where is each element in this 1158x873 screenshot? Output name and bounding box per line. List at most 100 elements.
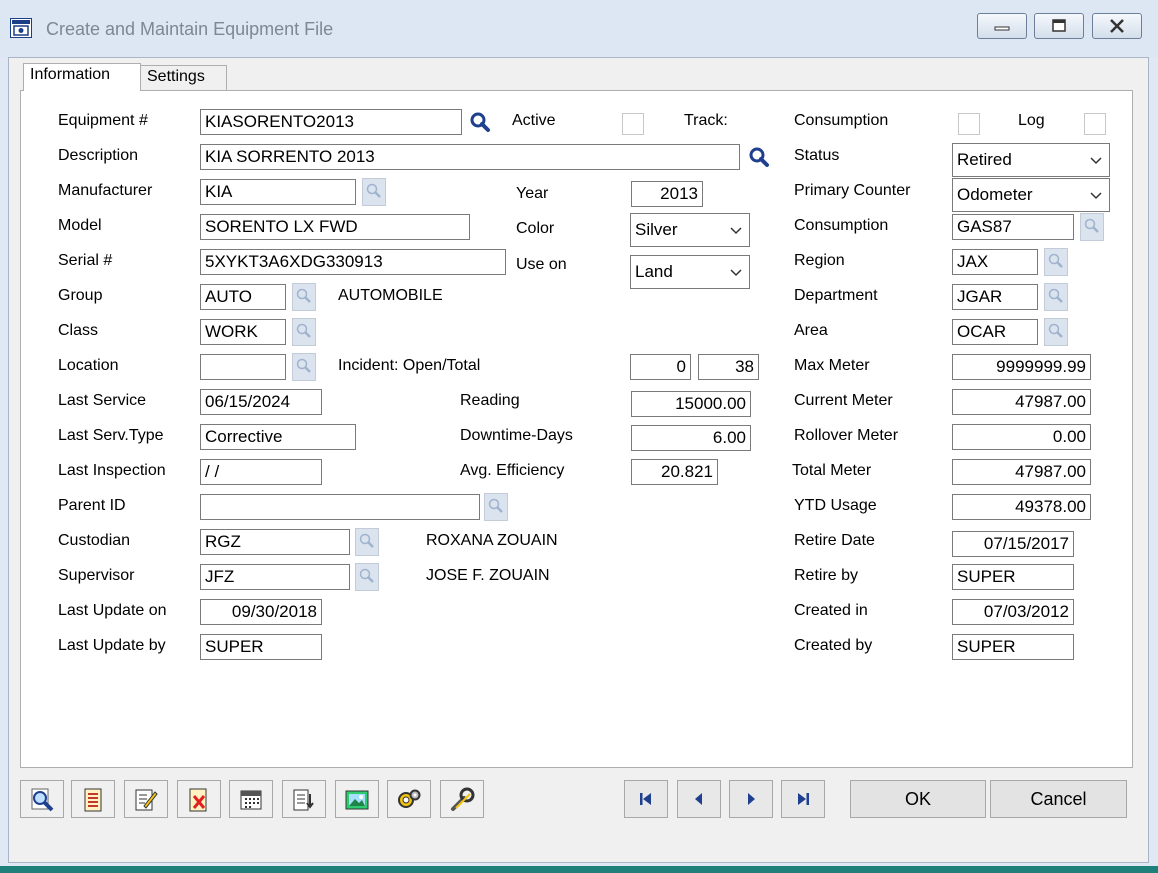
search-button[interactable] [20, 780, 64, 818]
primary-counter-select[interactable]: Odometer [952, 178, 1110, 212]
last-inspection-field[interactable]: / / [200, 459, 322, 485]
primary-counter-label: Primary Counter [794, 182, 911, 199]
last-service-field[interactable]: 06/15/2024 [200, 389, 322, 415]
location-field[interactable] [200, 354, 286, 380]
use-on-label: Use on [516, 256, 567, 273]
custodian-field[interactable]: RGZ [200, 529, 350, 555]
previous-record-button[interactable] [677, 780, 721, 818]
area-lookup-icon[interactable] [1044, 318, 1068, 346]
color-select[interactable]: Silver [630, 213, 750, 247]
incident-open-field[interactable]: 0 [630, 354, 691, 380]
manufacturer-field[interactable]: KIA [200, 179, 356, 205]
department-lookup-icon[interactable] [1044, 283, 1068, 311]
location-lookup-icon[interactable] [292, 353, 316, 381]
supervisor-name: JOSE F. ZOUAIN [426, 567, 550, 584]
created-by-label: Created by [794, 637, 873, 654]
description-lookup-icon[interactable] [745, 143, 773, 171]
supervisor-lookup-icon[interactable] [355, 563, 379, 591]
year-field[interactable]: 2013 [631, 181, 703, 207]
class-lookup-icon[interactable] [292, 318, 316, 346]
consumption-checkbox[interactable] [958, 113, 980, 135]
status-select-value: Retired [957, 150, 1012, 169]
created-in-field[interactable]: 07/03/2012 [952, 599, 1074, 625]
previous-record-icon [695, 793, 702, 805]
parent-id-lookup-icon[interactable] [484, 493, 508, 521]
close-button[interactable] [1092, 13, 1142, 39]
manufacturer-lookup-icon[interactable] [362, 178, 386, 206]
picture-button[interactable] [335, 780, 379, 818]
minimize-button[interactable] [977, 13, 1027, 39]
list-button[interactable] [71, 780, 115, 818]
serial-label: Serial # [58, 252, 113, 269]
calendar-button[interactable] [229, 780, 273, 818]
current-meter-label: Current Meter [794, 392, 893, 409]
model-label: Model [58, 217, 102, 234]
region-field[interactable]: JAX [952, 249, 1038, 275]
class-field[interactable]: WORK [200, 319, 286, 345]
cancel-button[interactable]: Cancel [990, 780, 1127, 818]
tools-button[interactable] [440, 780, 484, 818]
reading-field[interactable]: 15000.00 [631, 391, 751, 417]
supervisor-label: Supervisor [58, 567, 135, 584]
custodian-name: ROXANA ZOUAIN [426, 532, 558, 549]
rollover-meter-field[interactable]: 0.00 [952, 424, 1091, 450]
transfer-document-icon [293, 789, 314, 811]
ok-button[interactable]: OK [850, 780, 986, 818]
calendar-icon [240, 790, 262, 810]
edit-document-icon [135, 789, 158, 811]
track-label: Track: [684, 112, 728, 129]
tab-settings[interactable]: Settings [141, 65, 227, 91]
retire-date-field[interactable]: 07/15/2017 [952, 531, 1074, 557]
model-field[interactable]: SORENTO LX FWD [200, 214, 470, 240]
custodian-label: Custodian [58, 532, 131, 549]
color-select-value: Silver [635, 220, 678, 239]
consumption-checkbox-label: Consumption [794, 112, 889, 129]
maximize-button[interactable] [1034, 13, 1084, 39]
tab-information[interactable]: Information [23, 63, 141, 91]
first-record-button[interactable] [624, 780, 668, 818]
settings-gears-button[interactable] [387, 780, 431, 818]
supervisor-field[interactable]: JFZ [200, 564, 350, 590]
department-field[interactable]: JGAR [952, 284, 1038, 310]
consumption-label: Consumption [794, 217, 889, 234]
equipment-lookup-icon[interactable] [466, 108, 494, 136]
parent-id-field[interactable] [200, 494, 480, 520]
incident-label: Incident: Open/Total [338, 357, 481, 374]
region-lookup-icon[interactable] [1044, 248, 1068, 276]
total-meter-field[interactable]: 47987.00 [952, 459, 1091, 485]
edit-button[interactable] [124, 780, 168, 818]
last-serv-type-field[interactable]: Corrective [200, 424, 356, 450]
avg-efficiency-field[interactable]: 20.821 [631, 459, 718, 485]
last-record-button[interactable] [781, 780, 825, 818]
area-field[interactable]: OCAR [952, 319, 1038, 345]
consumption-field[interactable]: GAS87 [952, 214, 1074, 240]
consumption-lookup-icon[interactable] [1080, 213, 1104, 241]
created-by-field[interactable]: SUPER [952, 634, 1074, 660]
description-field[interactable]: KIA SORRENTO 2013 [200, 144, 740, 170]
last-update-on-field[interactable]: 09/30/2018 [200, 599, 322, 625]
custodian-lookup-icon[interactable] [355, 528, 379, 556]
ytd-usage-field[interactable]: 49378.00 [952, 494, 1091, 520]
delete-button[interactable] [177, 780, 221, 818]
year-label: Year [516, 185, 549, 202]
serial-field[interactable]: 5XYKT3A6XDG330913 [200, 249, 506, 275]
gears-icon [398, 789, 421, 808]
chevron-down-icon [1090, 157, 1102, 165]
equipment-field[interactable]: KIASORENTO2013 [200, 109, 462, 135]
group-field[interactable]: AUTO [200, 284, 286, 310]
transfer-button[interactable] [282, 780, 326, 818]
status-select[interactable]: Retired [952, 143, 1110, 177]
active-checkbox[interactable] [622, 113, 644, 135]
retire-by-field[interactable]: SUPER [952, 564, 1074, 590]
current-meter-field[interactable]: 47987.00 [952, 389, 1091, 415]
max-meter-field[interactable]: 9999999.99 [952, 354, 1091, 380]
window-title: Create and Maintain Equipment File [46, 19, 334, 39]
last-update-by-field[interactable]: SUPER [200, 634, 322, 660]
use-on-select[interactable]: Land [630, 255, 750, 289]
downtime-days-field[interactable]: 6.00 [631, 425, 751, 451]
log-checkbox[interactable] [1084, 113, 1106, 135]
chevron-down-icon [1090, 192, 1102, 200]
group-lookup-icon[interactable] [292, 283, 316, 311]
incident-total-field[interactable]: 38 [698, 354, 759, 380]
next-record-button[interactable] [729, 780, 773, 818]
